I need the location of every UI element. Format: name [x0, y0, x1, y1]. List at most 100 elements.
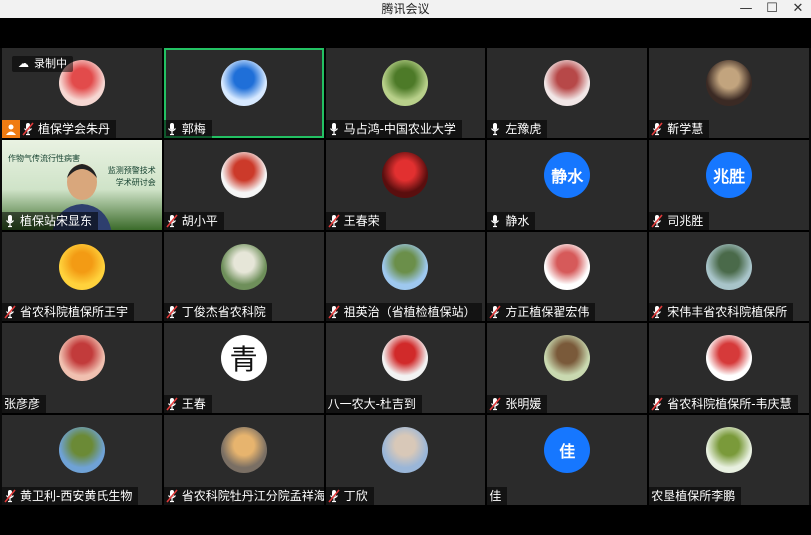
microphone-muted-icon — [651, 397, 663, 411]
microphone-icon — [167, 122, 176, 135]
participant-tile[interactable]: 省农科院植保所-韦庆慧 — [649, 323, 809, 414]
participant-name: 马占鸿-中国农业大学 — [343, 121, 456, 136]
top-bar — [0, 18, 811, 48]
participant-name: 植保站宋显东 — [20, 213, 93, 228]
participant-tile[interactable]: 马占鸿-中国农业大学 — [325, 48, 486, 138]
participant-name: 省农科院植保所王宇 — [20, 305, 129, 320]
participant-tile[interactable]: 郭梅 — [163, 48, 324, 138]
participant-name: 植保学会朱丹 — [38, 121, 111, 136]
participant-name-bar: 佳 — [487, 487, 508, 505]
participant-name: 静水 — [505, 213, 530, 228]
participant-name-bar: 靳学慧 — [649, 119, 710, 138]
microphone-muted-icon — [651, 214, 663, 228]
participant-tile[interactable]: 八一农大-杜吉到 — [325, 323, 486, 414]
participant-tile[interactable]: 靳学慧 — [649, 48, 809, 138]
participant-tile[interactable]: 丁俊杰省农科院 — [163, 231, 324, 322]
microphone-muted-icon — [166, 489, 178, 503]
participant-tile[interactable]: 作物气传流行性病害 监测预警技术 学术研讨会 植保站宋显东 — [2, 139, 162, 230]
participant-name: 胡小平 — [181, 213, 218, 228]
avatar-image — [544, 335, 591, 382]
window-title: 腾讯会议 — [381, 2, 430, 16]
participant-name-bar: 王春 — [163, 395, 212, 414]
microphone-icon — [491, 214, 500, 227]
participant-tile[interactable]: 张明媛 — [487, 323, 648, 414]
participant-tile[interactable]: 王春荣 — [325, 139, 486, 230]
participant-tile[interactable]: 农垦植保所李鹏 — [649, 415, 809, 505]
participant-name: 丁俊杰省农科院 — [181, 305, 266, 320]
microphone-muted-icon — [327, 214, 340, 228]
participant-name: 司兆胜 — [667, 213, 704, 228]
participant-name-bar: 方正植保翟宏伟 — [487, 303, 596, 322]
participant-name: 张彦彦 — [4, 397, 41, 412]
participant-tile[interactable]: 张彦彦 — [2, 323, 162, 414]
participant-tile[interactable]: 静水 静水 — [487, 139, 648, 230]
microphone-muted-icon — [166, 397, 178, 411]
participant-name: 宋伟丰省农科院植保所 — [667, 305, 788, 320]
avatar-initials: 佳 — [544, 427, 591, 474]
participant-name-bar: 王春荣 — [325, 211, 386, 230]
microphone-icon — [329, 122, 338, 135]
avatar-image — [382, 243, 429, 290]
avatar-image — [544, 60, 591, 106]
participant-tile[interactable]: 省农科院牡丹江分院孟祥海 — [163, 415, 324, 505]
microphone-muted-icon — [166, 214, 178, 228]
participant-name: 郭梅 — [181, 121, 206, 136]
microphone-muted-icon — [166, 305, 178, 319]
avatar-initials: 静水 — [544, 151, 591, 198]
avatar-image — [706, 60, 753, 106]
participant-tile[interactable]: 胡小平 — [163, 139, 324, 230]
cloud-record-icon: ☁ — [18, 57, 29, 70]
avatar-image — [706, 427, 753, 474]
participant-tile[interactable]: 宋伟丰省农科院植保所 — [649, 231, 809, 322]
avatar-image — [382, 335, 429, 382]
participant-name-bar: 祖英治（省植检植保站） — [325, 303, 482, 322]
participant-name: 黄卫利-西安黄氏生物 — [20, 489, 133, 503]
participant-name: 左豫虎 — [505, 121, 542, 136]
avatar-image — [220, 427, 267, 474]
avatar-image — [220, 60, 267, 106]
participant-name: 农垦植保所李鹏 — [651, 489, 736, 503]
participant-name-bar: 丁俊杰省农科院 — [163, 303, 272, 322]
bottom-bar — [0, 505, 811, 535]
participant-name: 省农科院植保所-韦庆慧 — [667, 397, 792, 412]
participant-tile[interactable]: 黄卫利-西安黄氏生物 — [2, 415, 162, 505]
microphone-muted-icon — [489, 397, 502, 411]
participant-tile[interactable]: ☁ 录制中植保学会朱丹 — [2, 48, 162, 138]
participant-name: 丁欣 — [343, 489, 368, 503]
participant-tile[interactable]: 祖英治（省植检植保站） — [325, 231, 486, 322]
participant-name-bar: 静水 — [487, 211, 536, 230]
recording-indicator: ☁ 录制中 — [12, 56, 73, 72]
participant-name: 方正植保翟宏伟 — [505, 305, 590, 320]
avatar-initials: 青 — [220, 335, 267, 382]
avatar-image — [58, 335, 105, 382]
participant-name: 省农科院牡丹江分院孟祥海 — [181, 489, 324, 503]
participant-tile[interactable]: 兆胜 司兆胜 — [649, 139, 809, 230]
avatar-image — [58, 427, 105, 474]
avatar-initials: 兆胜 — [706, 151, 753, 198]
title-bar: 腾讯会议 — ☐ ✕ — [0, 0, 811, 18]
maximize-button[interactable]: ☐ — [759, 0, 785, 18]
participant-name-bar: 植保学会朱丹 — [20, 119, 117, 138]
participant-tile[interactable]: 佳佳 — [487, 415, 648, 505]
microphone-muted-icon — [4, 489, 16, 503]
participant-tile[interactable]: 省农科院植保所王宇 — [2, 231, 162, 322]
participant-tile[interactable]: 丁欣 — [325, 415, 486, 505]
microphone-icon — [491, 122, 500, 135]
participant-tile[interactable]: 方正植保翟宏伟 — [487, 231, 648, 322]
participant-tile[interactable]: 左豫虎 — [487, 48, 648, 138]
close-button[interactable]: ✕ — [785, 0, 811, 18]
participant-name-bar: 司兆胜 — [649, 211, 710, 230]
microphone-muted-icon — [4, 305, 16, 319]
participant-name-bar: 郭梅 — [163, 119, 212, 138]
minimize-button[interactable]: — — [733, 0, 759, 18]
participant-grid: ☁ 录制中 植保学会朱丹 郭梅 马占鸿-中国农业大学 左豫虎 靳学慧 作物气传流行性病害 监测预… — [2, 48, 809, 505]
participant-name-bar: 省农科院牡丹江分院孟祥海 — [163, 487, 324, 505]
host-badge-icon — [2, 119, 20, 138]
participant-name-bar: 胡小平 — [163, 211, 224, 230]
participant-name: 祖英治（省植检植保站） — [343, 305, 476, 320]
participant-name: 靳学慧 — [667, 121, 704, 136]
participant-tile[interactable]: 青王春 — [163, 323, 324, 414]
avatar-image — [220, 151, 267, 198]
avatar-image — [706, 335, 753, 382]
avatar-image — [544, 243, 591, 290]
